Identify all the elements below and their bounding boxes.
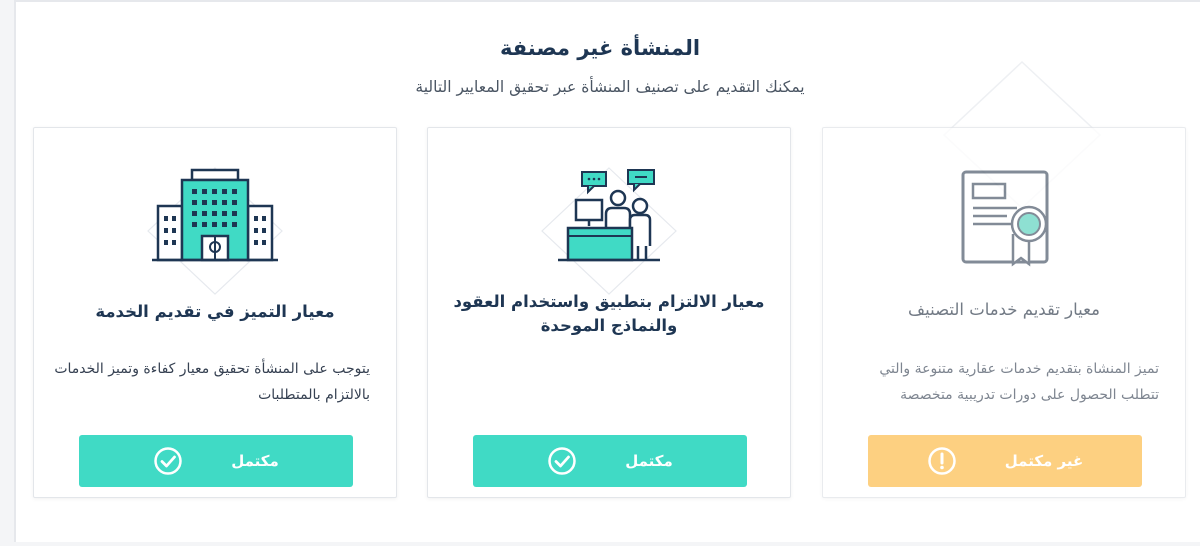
criteria-card-unified-contracts: معيار الالتزام بتطبيق واستخدام العقود وا…: [427, 127, 791, 498]
card-description: يتوجب على المنشأة تحقيق معيار كفاءة وتمي…: [54, 361, 370, 403]
certificate-icon: [961, 170, 1049, 267]
criteria-card-service-excellence: معيار التميز في تقديم الخدمة يتوجب على ا…: [33, 127, 397, 498]
card-title: معيار التميز في تقديم الخدمة: [95, 302, 335, 321]
page-title: المنشأة غير مصنفة: [499, 36, 701, 60]
card-title: معيار الالتزام بتطبيق واستخدام العقود وا…: [453, 292, 765, 335]
check-circle-icon: [548, 447, 576, 475]
status-label: مكتمل: [625, 452, 673, 470]
check-circle-icon: [154, 447, 182, 475]
status-label: مكتمل: [231, 452, 279, 470]
building-icon: [147, 167, 283, 295]
status-button-complete[interactable]: مكتمل: [79, 435, 353, 487]
exclamation-circle-icon: [928, 447, 956, 475]
card-title: معيار تقديم خدمات التصنيف: [908, 300, 1100, 319]
status-button-complete[interactable]: مكتمل: [473, 435, 747, 487]
status-label: غير مكتمل: [1004, 452, 1084, 470]
page-subtitle: يمكنك التقديم على تصنيف المنشأة عبر تحقي…: [415, 78, 805, 96]
status-button-incomplete[interactable]: غير مكتمل: [868, 435, 1142, 487]
meeting-icon: [541, 167, 677, 295]
criteria-card-classification-services: معيار تقديم خدمات التصنيف تميز المنشاة ب…: [822, 127, 1186, 498]
card-description: تميز المنشاة بتقديم خدمات عقارية متنوعة …: [879, 361, 1159, 403]
